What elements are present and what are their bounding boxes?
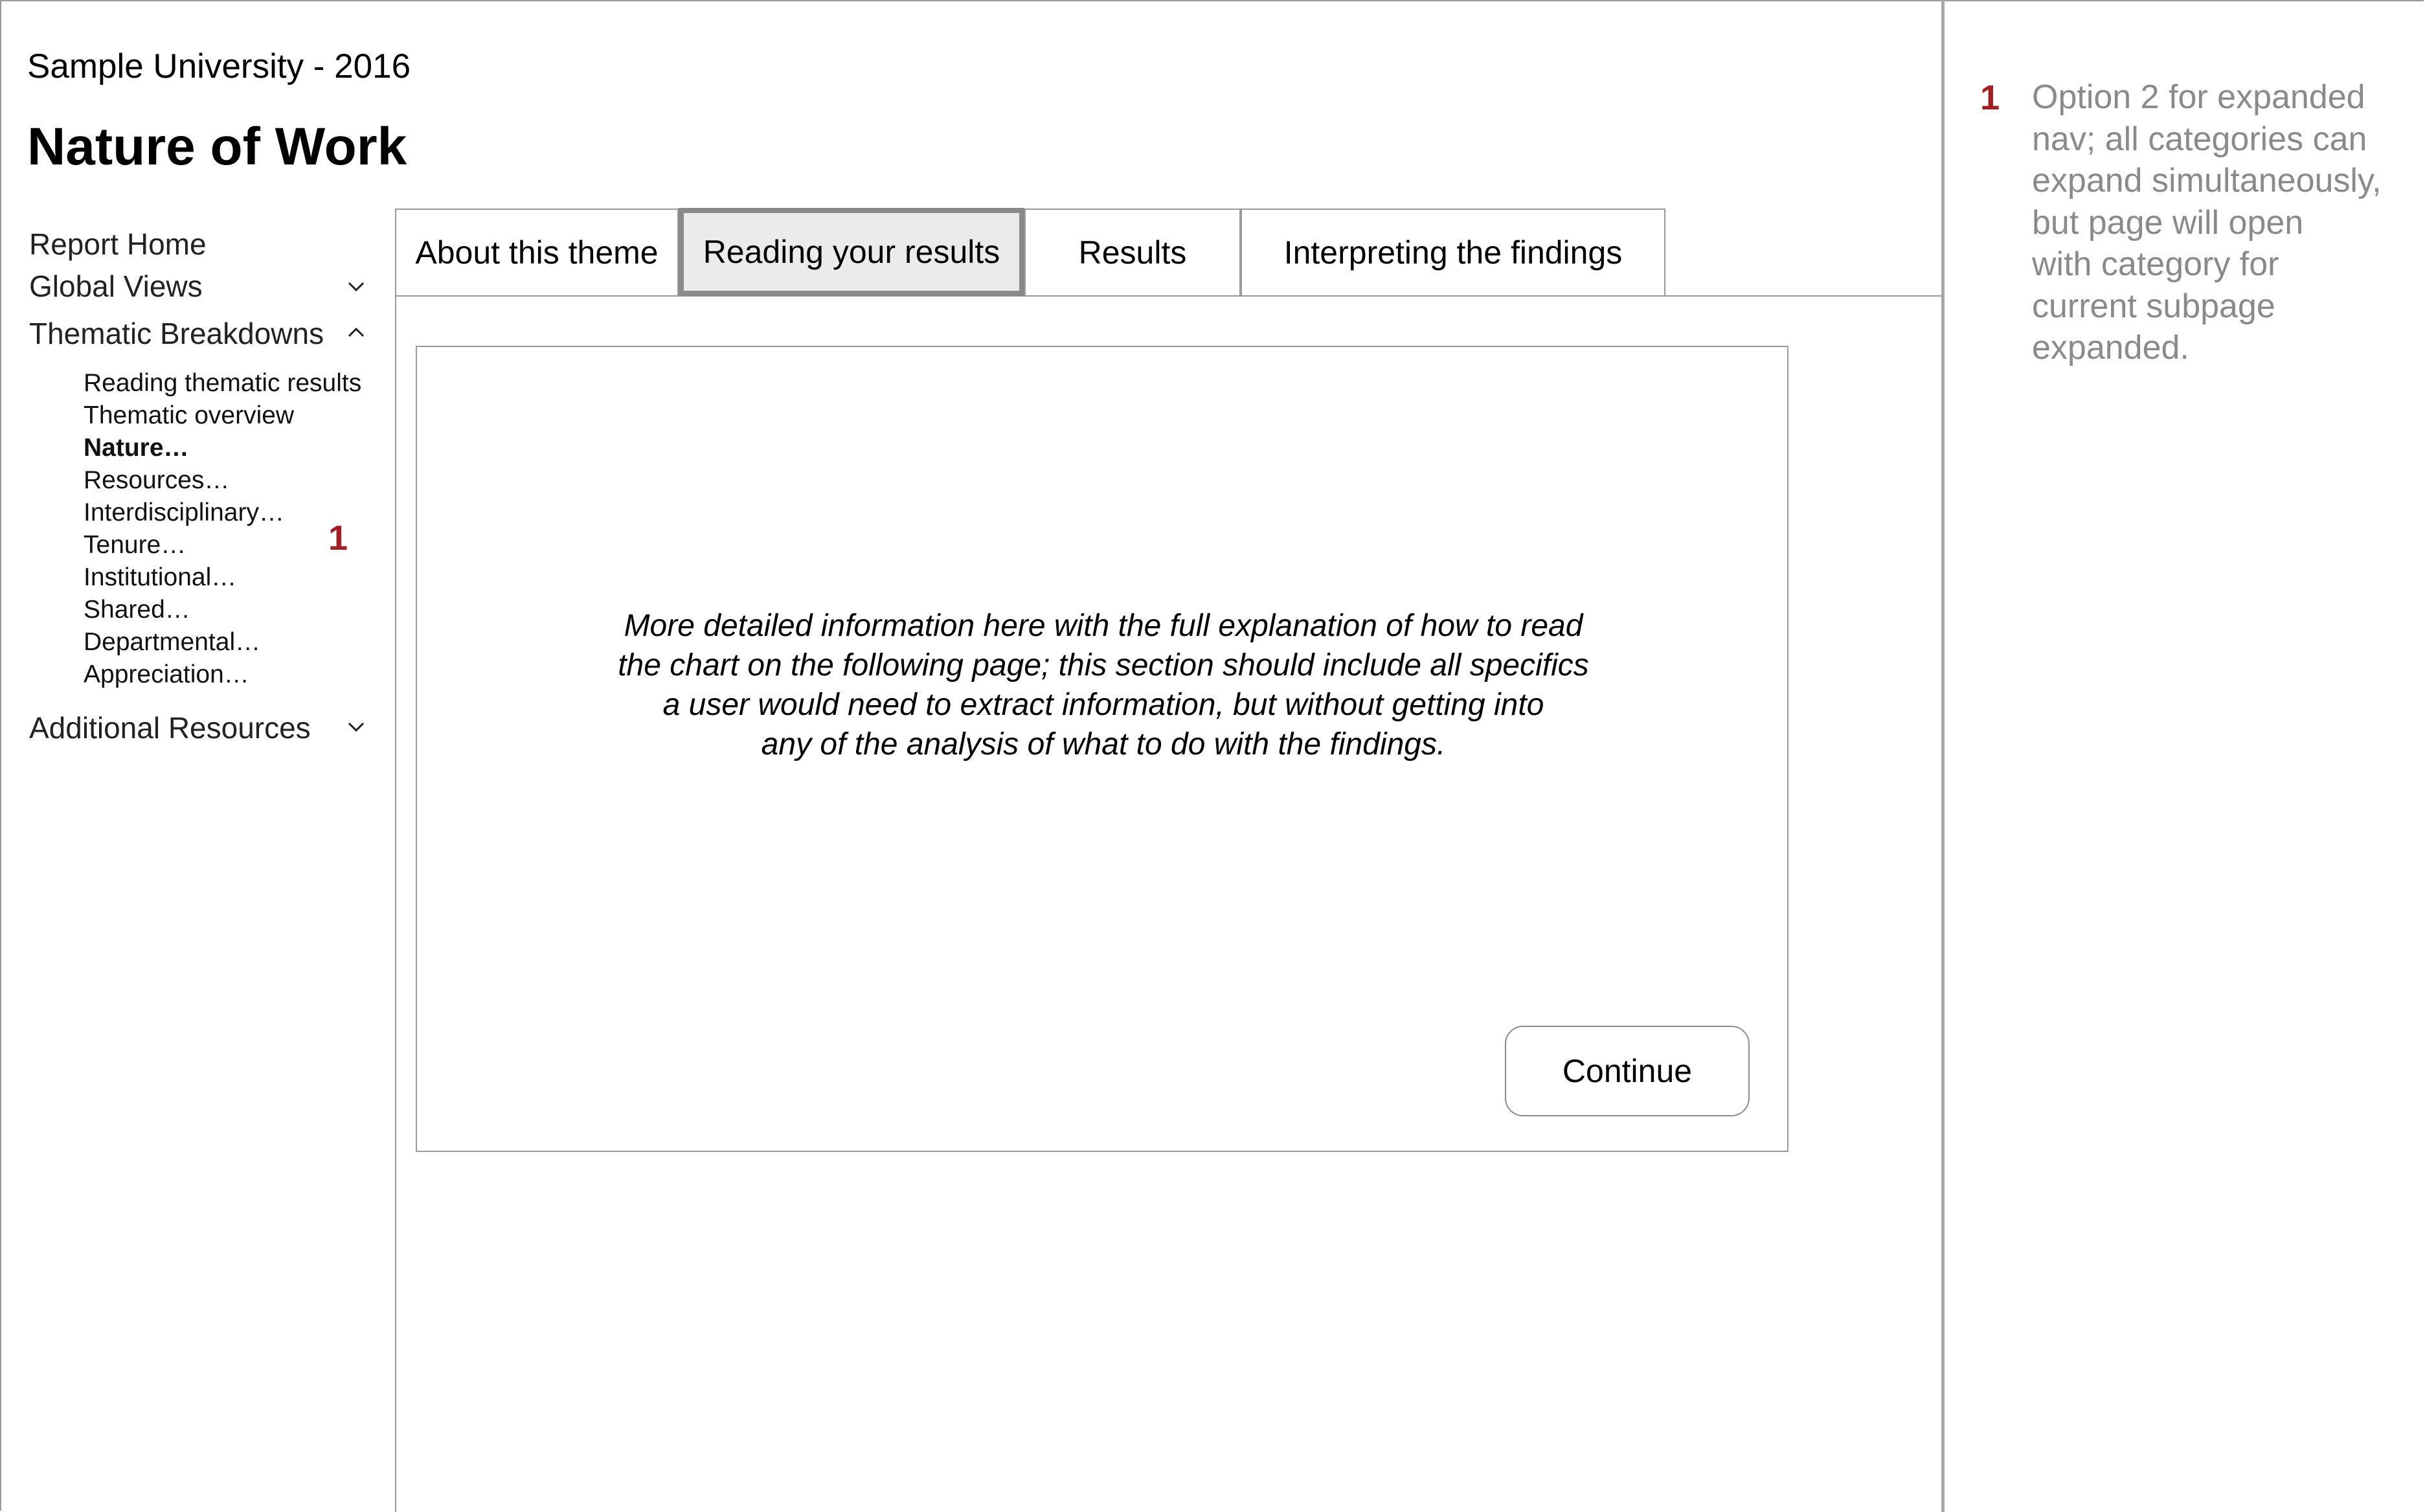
annotation-number: 1 xyxy=(1980,78,2000,117)
chevron-up-icon[interactable] xyxy=(348,324,365,341)
annotation-divider xyxy=(1941,0,1945,1512)
tab-label: About this theme xyxy=(415,234,659,271)
annotation-line: expand simultaneously, xyxy=(2032,162,2382,199)
subnav-item-tenure[interactable]: Tenure… xyxy=(84,531,186,559)
annotation-line: with category for xyxy=(2032,245,2279,283)
sidebar-item-label: Thematic Breakdowns xyxy=(29,317,324,350)
panel-description: More detailed information here with the … xyxy=(417,606,1790,764)
app-title: Sample University - 2016 xyxy=(27,47,411,85)
sidebar-item-additional-resources[interactable]: Additional Resources xyxy=(29,710,311,745)
panel-description-line: More detailed information here with the … xyxy=(624,609,1583,643)
panel-description-line: a user would need to extract information… xyxy=(662,688,1544,722)
tab-results[interactable]: Results xyxy=(1024,209,1241,295)
tab-label: Reading your results xyxy=(703,234,1000,270)
subnav-item-appreciation[interactable]: Appreciation… xyxy=(84,660,249,689)
tabs-underline xyxy=(395,295,1943,297)
subnav-item-reading-thematic-results[interactable]: Reading thematic results xyxy=(84,369,361,398)
chevron-down-icon[interactable] xyxy=(348,278,365,295)
annotation-note: Option 2 for expanded nav; all categorie… xyxy=(2032,76,2408,369)
chevron-down-icon[interactable] xyxy=(348,719,365,736)
tab-interpreting-the-findings[interactable]: Interpreting the findings xyxy=(1241,209,1665,295)
annotation-line: nav; all categories can xyxy=(2032,120,2367,158)
subnav-item-nature[interactable]: Nature… xyxy=(84,434,189,462)
annotation-line: expanded. xyxy=(2032,329,2189,367)
annotation-line: but page will open xyxy=(2032,203,2304,242)
tab-reading-your-results[interactable]: Reading your results xyxy=(679,208,1024,296)
annotation-line: Option 2 for expanded xyxy=(2032,78,2365,116)
tab-label: Results xyxy=(1078,234,1187,271)
panel-description-line: any of the analysis of what to do with t… xyxy=(761,727,1446,762)
sidebar-item-global-views[interactable]: Global Views xyxy=(29,269,203,304)
tab-about-this-theme[interactable]: About this theme xyxy=(395,209,679,295)
annotation-line: current subpage xyxy=(2032,287,2275,325)
sidebar-item-label: Global Views xyxy=(29,269,203,303)
continue-button[interactable]: Continue xyxy=(1505,1026,1750,1116)
sidebar-item-label: Additional Resources xyxy=(29,711,311,745)
subnav-item-institutional[interactable]: Institutional… xyxy=(84,563,236,592)
subnav-item-thematic-overview[interactable]: Thematic overview xyxy=(84,401,294,430)
annotation-marker: 1 xyxy=(328,519,348,558)
page-title: Nature of Work xyxy=(27,117,407,176)
subnav-item-resources[interactable]: Resources… xyxy=(84,466,229,495)
sidebar-item-report-home[interactable]: Report Home xyxy=(29,227,207,262)
sidebar-item-thematic-breakdowns[interactable]: Thematic Breakdowns xyxy=(29,316,324,351)
sidebar-item-label: Report Home xyxy=(29,227,207,261)
subnav-item-interdisciplinary[interactable]: Interdisciplinary… xyxy=(84,499,284,527)
content-panel: More detailed information here with the … xyxy=(416,346,1788,1152)
subnav-item-departmental[interactable]: Departmental… xyxy=(84,628,260,657)
subnav-item-shared[interactable]: Shared… xyxy=(84,596,190,624)
panel-description-line: the chart on the following page; this se… xyxy=(618,648,1589,683)
content-divider xyxy=(395,209,396,1512)
tab-label: Interpreting the findings xyxy=(1283,234,1623,271)
